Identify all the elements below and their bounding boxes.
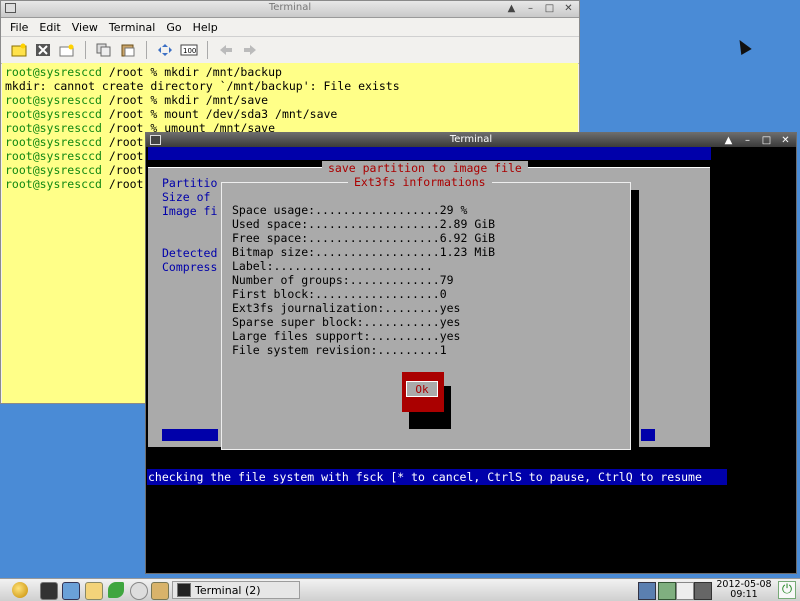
text-editor-icon[interactable] bbox=[85, 582, 103, 600]
back-icon[interactable] bbox=[216, 40, 236, 60]
bg-label: Compress bbox=[162, 260, 218, 274]
browser-icon[interactable] bbox=[108, 582, 124, 598]
menubar: File Edit View Terminal Go Help bbox=[1, 18, 579, 37]
ok-button-label: Ok bbox=[406, 381, 438, 397]
new-window-icon[interactable] bbox=[9, 40, 29, 60]
svg-text:100: 100 bbox=[183, 47, 196, 55]
terminal-line: root@sysresccd /root % mkdir /mnt/backup bbox=[5, 65, 282, 79]
info-row: Large files support:..........yes bbox=[232, 329, 461, 343]
terminal-line: mkdir: cannot create directory `/mnt/bac… bbox=[5, 79, 400, 93]
taskbar: Terminal (2) 2012-05-08 09:11 ⏻ bbox=[0, 578, 800, 601]
copy-icon[interactable] bbox=[94, 40, 114, 60]
menu-edit[interactable]: Edit bbox=[34, 21, 66, 34]
clock-time: 09:11 bbox=[730, 589, 758, 600]
zoom-icon[interactable]: 100 bbox=[179, 40, 199, 60]
file-manager-icon[interactable] bbox=[62, 582, 80, 600]
info-row: Label:....................... bbox=[232, 259, 433, 273]
info-row: File system revision:.........1 bbox=[232, 343, 447, 357]
window-titlebar[interactable]: Terminal ▲ – □ ✕ bbox=[146, 133, 796, 147]
info-row: Used space:...................2.89 GiB bbox=[232, 217, 496, 231]
terminal-line: root@sysresccd /root % mkdir /mnt/save bbox=[5, 93, 269, 107]
info-list: Space usage:..................29 % Used … bbox=[232, 203, 495, 357]
logout-icon[interactable]: ⏻ bbox=[778, 581, 796, 599]
window-title: Terminal bbox=[268, 2, 312, 13]
window-title: Terminal bbox=[449, 134, 493, 145]
progress-bar-left bbox=[162, 429, 218, 441]
new-tab-icon[interactable] bbox=[57, 40, 77, 60]
menu-file[interactable]: File bbox=[5, 21, 34, 34]
menu-go[interactable]: Go bbox=[161, 21, 187, 34]
close-window-icon[interactable] bbox=[33, 40, 53, 60]
minimize-icon[interactable]: – bbox=[741, 134, 754, 147]
mouse-pointer-icon bbox=[734, 36, 752, 56]
dialog-title: Ext3fs informations bbox=[348, 175, 492, 189]
dialog-shadow bbox=[227, 449, 639, 470]
task-button-terminal[interactable]: Terminal (2) bbox=[172, 581, 300, 599]
bg-label: Partitio bbox=[162, 176, 218, 190]
terminal-line: root@sysresccd /root % mount /dev/sda3 /… bbox=[5, 107, 338, 121]
progress-bar-right bbox=[641, 429, 655, 441]
ok-button[interactable]: Ok bbox=[402, 372, 444, 412]
terminal-launcher-icon[interactable] bbox=[40, 582, 58, 600]
ncurses-header-bar bbox=[148, 147, 711, 160]
info-row: First block:..................0 bbox=[232, 287, 447, 301]
display-icon[interactable] bbox=[694, 582, 712, 600]
menu-view[interactable]: View bbox=[67, 21, 104, 34]
menu-help[interactable]: Help bbox=[188, 21, 224, 34]
disk-icon[interactable] bbox=[130, 582, 148, 600]
toolbar: 100 bbox=[1, 37, 579, 64]
window-titlebar[interactable]: Terminal ▲ – □ ✕ bbox=[1, 1, 579, 18]
close-icon[interactable]: ✕ bbox=[562, 2, 575, 15]
utility-icon[interactable] bbox=[151, 582, 169, 600]
clipboard-icon[interactable] bbox=[676, 582, 694, 600]
dialog-title: save partition to image file bbox=[322, 161, 528, 175]
terminal-icon bbox=[177, 583, 191, 597]
info-row: Number of groups:.............79 bbox=[232, 273, 454, 287]
maximize-icon[interactable]: □ bbox=[760, 134, 773, 147]
network-icon[interactable] bbox=[638, 582, 656, 600]
info-row: Ext3fs journalization:........yes bbox=[232, 301, 461, 315]
network-icon[interactable] bbox=[658, 582, 676, 600]
start-menu-icon[interactable] bbox=[12, 582, 28, 598]
clock[interactable]: 2012-05-08 09:11 bbox=[716, 580, 772, 600]
paste-icon[interactable] bbox=[118, 40, 138, 60]
maximize-icon[interactable]: □ bbox=[543, 2, 556, 15]
dialog-shadow bbox=[631, 190, 639, 458]
menu-terminal[interactable]: Terminal bbox=[104, 21, 162, 34]
forward-icon[interactable] bbox=[240, 40, 260, 60]
info-row: Sparse super block:...........yes bbox=[232, 315, 461, 329]
bg-label: Size of bbox=[162, 190, 211, 204]
info-row: Bitmap size:..................1.23 MiB bbox=[232, 245, 496, 259]
minimize-icon[interactable]: – bbox=[524, 2, 537, 15]
close-icon[interactable]: ✕ bbox=[779, 134, 792, 147]
fullscreen-icon[interactable] bbox=[155, 40, 175, 60]
status-line: checking the file system with fsck [* to… bbox=[147, 469, 727, 485]
maximize-up-icon[interactable]: ▲ bbox=[722, 134, 735, 147]
bg-label: Image fi bbox=[162, 204, 218, 218]
bg-label: Detected bbox=[162, 246, 218, 260]
info-row: Space usage:..................29 % bbox=[232, 203, 468, 217]
info-row: Free space:...................6.92 GiB bbox=[232, 231, 496, 245]
task-label: Terminal (2) bbox=[195, 583, 261, 597]
maximize-up-icon[interactable]: ▲ bbox=[505, 2, 518, 15]
